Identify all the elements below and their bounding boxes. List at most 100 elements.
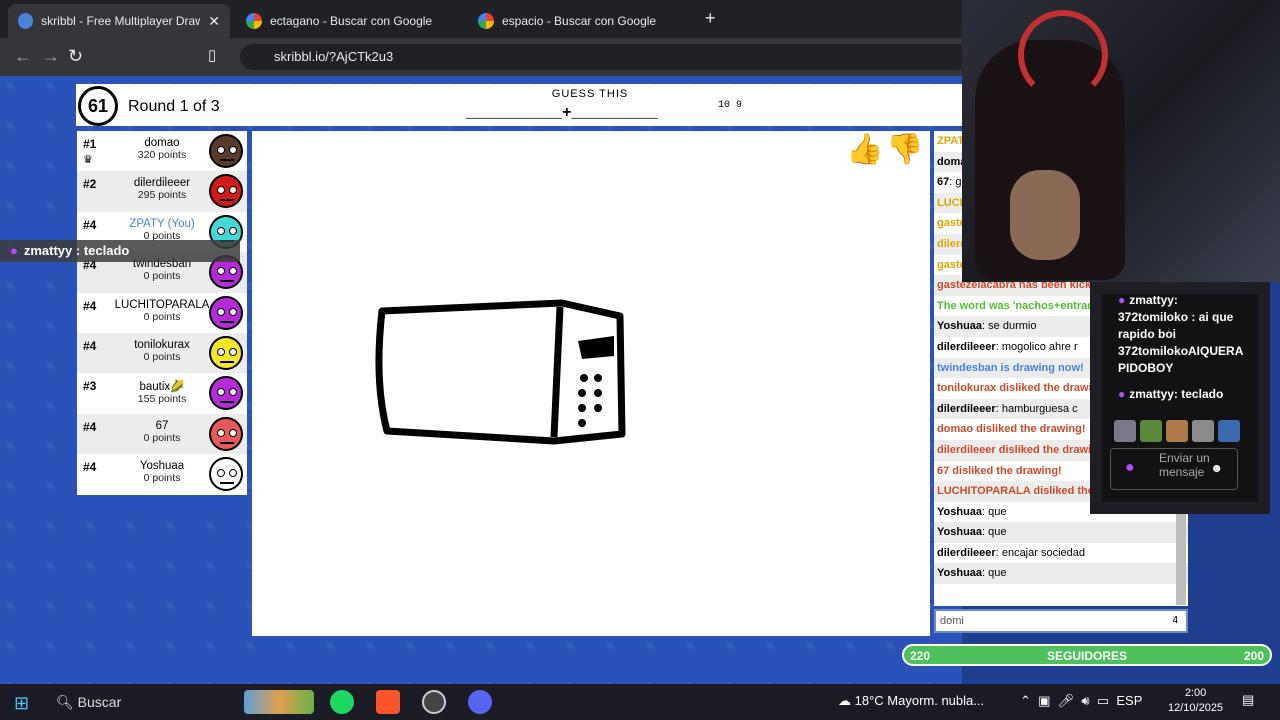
taskbar-game-icon[interactable] bbox=[244, 690, 314, 714]
tab-espacio[interactable]: espacio - Buscar con Google bbox=[468, 4, 696, 38]
chat-text: encajar sociedad bbox=[1001, 546, 1085, 559]
hint-letter-count: 10 9 bbox=[718, 100, 743, 111]
player-avatar bbox=[209, 376, 243, 411]
reload-icon[interactable]: ↻ bbox=[68, 46, 83, 67]
player-info: bautix🌽 155 points bbox=[107, 379, 217, 405]
notification-icon[interactable]: ▤ bbox=[1242, 692, 1254, 708]
emote-icon[interactable] bbox=[1166, 420, 1188, 442]
player-name: LUCHITOPARALA bbox=[114, 298, 210, 311]
player-avatar bbox=[209, 134, 243, 168]
chat-message: Yoshuaa: que bbox=[934, 563, 1188, 585]
chat-system-text: 67 disliked the drawing! bbox=[937, 464, 1062, 477]
taskbar-search-label: Buscar bbox=[77, 694, 122, 710]
thumbs-up-icon[interactable]: 👍 bbox=[846, 132, 883, 167]
avatar-eye bbox=[229, 307, 237, 316]
chat-username: dilerdileeer bbox=[937, 340, 996, 353]
player-row[interactable]: #1 ♛ domao 320 points bbox=[77, 131, 247, 171]
bookmark-icon[interactable]: ▯ bbox=[208, 46, 216, 64]
emote-icon[interactable] bbox=[1140, 420, 1162, 442]
avatar-eye bbox=[229, 469, 237, 478]
taskbar: ⊞ 🔍︎ Buscar ☁︎ 18°C Mayorm. nubla... ⌃ ▣… bbox=[0, 684, 1280, 720]
new-tab-icon[interactable]: + bbox=[705, 8, 716, 29]
weather-widget[interactable]: ☁︎ 18°C Mayorm. nubla... bbox=[838, 693, 984, 709]
tab-skribbl[interactable]: skribbl - Free Multiplayer Drawin ✕ bbox=[8, 4, 230, 38]
url-field[interactable]: skribbl.io/?AjCTk2u3 bbox=[240, 44, 970, 70]
chat-text: que bbox=[988, 567, 1007, 580]
close-tab-icon[interactable]: ✕ bbox=[208, 13, 220, 30]
tab-label: skribbl - Free Multiplayer Drawin bbox=[41, 14, 201, 28]
player-row[interactable]: #4 Yoshuaa 0 points bbox=[77, 454, 247, 494]
url-text: skribbl.io/?AjCTk2u3 bbox=[274, 49, 394, 64]
forward-icon[interactable]: → bbox=[42, 46, 60, 67]
chat-text: que bbox=[988, 526, 1007, 539]
chat-username: Yoshuaa bbox=[937, 567, 983, 580]
avatar-eye bbox=[229, 226, 237, 235]
avatar-eye bbox=[217, 307, 225, 316]
language-indicator[interactable]: ESP bbox=[1116, 693, 1142, 708]
chat-message: Yoshuaa: que bbox=[934, 522, 1188, 543]
spotify-icon[interactable] bbox=[330, 690, 354, 714]
player-rank: #2 bbox=[83, 177, 97, 192]
chat-scrollbar[interactable] bbox=[1176, 500, 1186, 605]
emote-icon[interactable] bbox=[1192, 420, 1214, 442]
avatar-mouth bbox=[220, 278, 234, 283]
player-rank: #3 bbox=[83, 379, 97, 394]
crown-icon: ♛ bbox=[83, 154, 93, 166]
emoji-icon[interactable]: ☻ bbox=[1210, 461, 1223, 475]
brave-icon[interactable] bbox=[376, 690, 400, 714]
volume-icon[interactable]: 🔊︎ bbox=[1081, 693, 1089, 708]
discord-icon[interactable] bbox=[468, 690, 492, 714]
player-row[interactable]: #3 bautix🌽 155 points bbox=[77, 373, 247, 413]
avatar-eye bbox=[217, 226, 225, 235]
microphone-icon[interactable]: 🎤︎ bbox=[1058, 693, 1075, 708]
chat-system-text: dilerdileeer disliked the drawing! bbox=[937, 443, 1109, 456]
avatar-eye bbox=[229, 428, 237, 437]
avatar-mouth bbox=[220, 440, 234, 444]
player-rank: #4 bbox=[83, 460, 97, 475]
chat-input[interactable]: domi 4 bbox=[934, 609, 1188, 633]
twitch-input-placeholder: Enviar un mensaje bbox=[1159, 451, 1210, 479]
overlay-text: zmattyy : teclado bbox=[23, 243, 130, 258]
player-row[interactable]: #4 LUCHITOPARALA 0 points bbox=[77, 293, 247, 333]
chat-username: dilerdileeer bbox=[937, 546, 996, 559]
obs-icon[interactable] bbox=[422, 690, 446, 714]
emote-icon[interactable] bbox=[1218, 420, 1240, 442]
player-row[interactable]: #2 dilerdileeer 295 points bbox=[77, 171, 247, 212]
webcam-face bbox=[1010, 170, 1080, 260]
thumbs-down-icon[interactable]: 👎 bbox=[886, 132, 923, 167]
player-name: domao bbox=[144, 137, 180, 149]
twitch-message-input[interactable]: ● Enviar un mensaje ☻ bbox=[1110, 448, 1238, 490]
player-row[interactable]: #4 67 0 points bbox=[77, 413, 247, 455]
chat-system-text: tonilokurax disliked the drawing! bbox=[937, 382, 1109, 395]
player-avatar bbox=[209, 295, 243, 330]
chevron-up-icon[interactable]: ⌃ bbox=[1020, 693, 1031, 708]
system-tray: ⌃ ▣ 🎤︎ 🔊︎ ▭ ESP bbox=[1020, 693, 1142, 709]
tab-label: ectagano - Buscar con Google bbox=[270, 14, 433, 28]
word-hint: __________+_________ bbox=[466, 104, 659, 122]
player-name: bautix🌽 bbox=[139, 381, 185, 394]
emote-icon[interactable] bbox=[1114, 420, 1136, 442]
address-bar: ← → ↻ ▯ skribbl.io/?AjCTk2u3 bbox=[0, 38, 970, 76]
clock-time: 2:00 bbox=[1184, 687, 1207, 699]
player-points: 0 points bbox=[143, 472, 181, 485]
player-points: 0 points bbox=[143, 270, 181, 283]
player-info: dilerdileeer 295 points bbox=[107, 177, 217, 201]
windows-start-icon[interactable]: ⊞ bbox=[14, 693, 29, 714]
tab-ectagano[interactable]: ectagano - Buscar con Google bbox=[236, 4, 464, 38]
app-tray-icon[interactable]: ▣ bbox=[1038, 693, 1050, 708]
player-avatar bbox=[209, 457, 243, 492]
avatar-eye bbox=[229, 146, 237, 154]
player-row[interactable]: #4 tonilokurax 0 points bbox=[77, 332, 247, 374]
player-info: ZPATY (You) 0 points bbox=[107, 218, 217, 242]
chat-username: dilerdileeer bbox=[937, 402, 996, 415]
drawing-canvas[interactable] bbox=[252, 131, 930, 636]
back-icon[interactable]: ← bbox=[14, 46, 32, 67]
network-icon[interactable]: ▭ bbox=[1097, 693, 1109, 708]
player-list: #1 ♛ domao 320 points #2 dilerdileeer 295… bbox=[77, 131, 247, 495]
twitch-chat-line: ● zmattyy: teclado bbox=[1118, 387, 1224, 401]
player-points: 295 points bbox=[137, 189, 187, 202]
player-rank: #4 bbox=[83, 298, 97, 313]
follower-label: SEGUIDORES bbox=[1046, 649, 1127, 663]
player-name: dilerdileeer bbox=[133, 177, 191, 190]
clock[interactable]: 2:00 12/10/2025 bbox=[1168, 686, 1223, 716]
